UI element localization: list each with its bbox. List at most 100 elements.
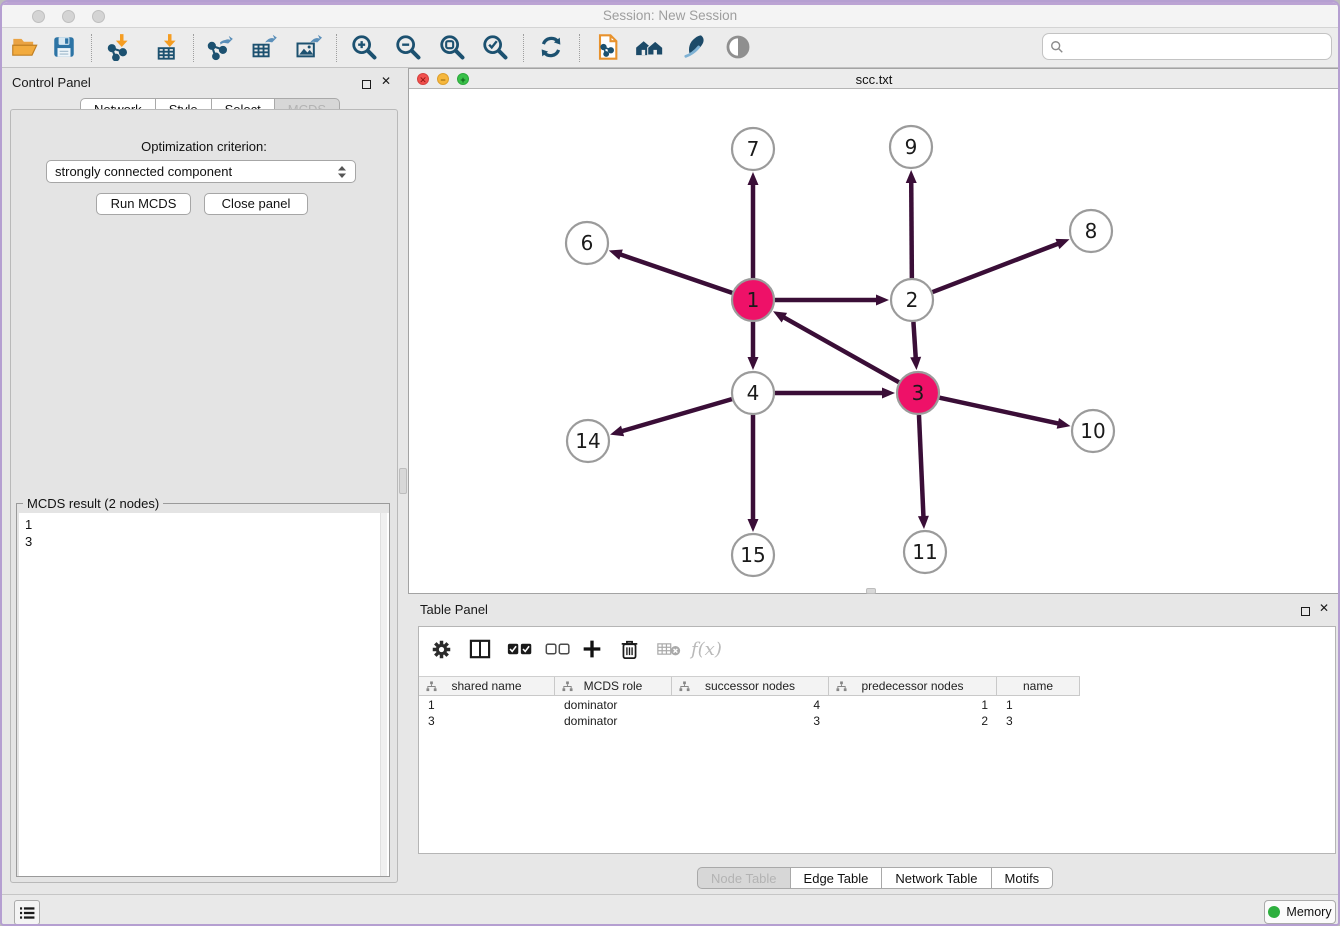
table-cell: 3 [997, 713, 1080, 729]
graph-node-9[interactable]: 9 [890, 126, 932, 168]
zoom-fit-button[interactable] [436, 31, 468, 63]
graph-node-15[interactable]: 15 [732, 534, 774, 576]
tab-motifs[interactable]: Motifs [992, 867, 1054, 889]
column-header-name[interactable]: name [997, 677, 1080, 695]
column-header-successor-nodes[interactable]: successor nodes [672, 677, 829, 695]
add-column-button[interactable] [582, 637, 602, 661]
graph-edge-2-9[interactable] [911, 181, 912, 278]
table-row[interactable]: 3dominator323 [419, 713, 1080, 729]
graph-edge-arrowhead [609, 249, 623, 259]
zoom-out-button[interactable] [392, 31, 424, 63]
graph-svg[interactable]: 1 2 3 4 6 7 8 9 10 11 14 15 [409, 89, 1339, 593]
tab-network-table[interactable]: Network Table [882, 867, 991, 889]
import-network-button[interactable] [104, 31, 136, 63]
table-cell: 1 [419, 697, 555, 713]
graph-edge-3-1[interactable] [783, 317, 899, 383]
export-table-button[interactable] [248, 31, 280, 63]
save-session-button[interactable] [48, 31, 80, 63]
delete-column-button[interactable] [620, 637, 639, 661]
graph-edge-arrowhead [906, 170, 917, 183]
graph-node-7[interactable]: 7 [732, 128, 774, 170]
graph-node-2[interactable]: 2 [891, 279, 933, 321]
graph-edge-3-11[interactable] [919, 415, 924, 518]
show-panels-button[interactable] [14, 900, 40, 925]
graph-node-8[interactable]: 8 [1070, 210, 1112, 252]
selected-option: strongly connected component [55, 164, 337, 179]
run-mcds-button[interactable]: Run MCDS [96, 193, 191, 215]
memory-label: Memory [1286, 905, 1331, 919]
graph-edge-arrowhead [1055, 239, 1069, 249]
table-cell: 3 [672, 713, 829, 729]
graph-node-11[interactable]: 11 [904, 531, 946, 573]
table-cell: 1 [829, 697, 997, 713]
select-all-icon [507, 642, 533, 656]
attribute-tree-icon [562, 681, 573, 692]
table-settings-button[interactable] [431, 637, 452, 661]
search-field[interactable] [1042, 33, 1332, 60]
graph-edge-4-14[interactable] [621, 399, 732, 431]
column-header-shared-name[interactable]: shared name [419, 677, 555, 695]
table-row[interactable]: 1dominator411 [419, 697, 1080, 713]
graph-edge-3-10[interactable] [939, 398, 1059, 424]
table-panel-tabs: Node TableEdge TableNetwork TableMotifs [697, 867, 1053, 889]
mcds-result-text[interactable]: 1 3 [19, 513, 389, 876]
graph-edge-arrowhead [882, 388, 895, 399]
graph-node-10[interactable]: 10 [1072, 410, 1114, 452]
destroy-table-button[interactable] [657, 637, 681, 661]
zoom-in-button[interactable] [348, 31, 380, 63]
graph-node-3[interactable]: 3 [897, 372, 939, 414]
refresh-button[interactable] [535, 31, 567, 63]
import-table-button[interactable] [152, 31, 184, 63]
table-panel-close-icon[interactable]: ✕ [1319, 601, 1329, 615]
graph-node-6[interactable]: 6 [566, 222, 608, 264]
zoom-selected-button[interactable] [479, 31, 511, 63]
trash-icon [620, 639, 639, 660]
control-panel-close-icon[interactable]: ✕ [381, 74, 391, 88]
memory-button[interactable]: Memory [1264, 900, 1336, 924]
style-button[interactable] [678, 31, 710, 63]
table-panel-float-icon[interactable] [1301, 603, 1310, 621]
graph-edge-arrowhead [876, 295, 889, 306]
graph-edge-2-3[interactable] [913, 322, 915, 359]
optimization-criterion-select[interactable]: strongly connected component [46, 160, 356, 183]
search-input[interactable] [1068, 37, 1331, 57]
eye-icon [724, 33, 752, 61]
unselect-all-button[interactable] [545, 637, 571, 661]
graph-edge-2-8[interactable] [933, 243, 1060, 292]
graph-node-label: 11 [912, 540, 937, 564]
attribute-tree-icon [426, 681, 437, 692]
export-image-button[interactable] [292, 31, 324, 63]
graph-edge-1-6[interactable] [619, 254, 732, 293]
column-header-label: shared name [451, 679, 521, 693]
result-scrollbar[interactable] [380, 513, 387, 876]
float-window-icon [362, 80, 371, 89]
export-network-button[interactable] [204, 31, 236, 63]
home-button[interactable] [634, 31, 666, 63]
horizontal-split-grip[interactable] [866, 588, 876, 594]
graph-edge-arrowhead [748, 172, 759, 185]
graph-node-label: 14 [575, 429, 600, 453]
control-panel-float-icon[interactable] [362, 76, 371, 94]
select-all-button[interactable] [507, 637, 533, 661]
split-columns-button[interactable] [469, 637, 491, 661]
import-table-icon [154, 33, 182, 61]
graph-node-1[interactable]: 1 [732, 279, 774, 321]
clone-network-button[interactable] [591, 31, 623, 63]
graph-node-label: 15 [740, 543, 765, 567]
tab-node-table[interactable]: Node Table [697, 867, 791, 889]
vertical-split-grip[interactable] [399, 468, 407, 494]
export-table-icon [250, 33, 278, 61]
column-header-predecessor-nodes[interactable]: predecessor nodes [829, 677, 997, 695]
graph-node-4[interactable]: 4 [732, 372, 774, 414]
graph-node-label: 4 [747, 381, 760, 405]
graph-node-label: 3 [912, 381, 925, 405]
column-header-MCDS-role[interactable]: MCDS role [555, 677, 672, 695]
close-panel-button[interactable]: Close panel [204, 193, 308, 215]
tab-edge-table[interactable]: Edge Table [791, 867, 883, 889]
column-header-label: MCDS role [584, 679, 643, 693]
function-builder-button[interactable]: f(x) [691, 637, 722, 661]
open-session-button[interactable] [9, 31, 41, 63]
graph-node-14[interactable]: 14 [567, 420, 609, 462]
graph-node-label: 10 [1080, 419, 1105, 443]
eye-button[interactable] [722, 31, 754, 63]
